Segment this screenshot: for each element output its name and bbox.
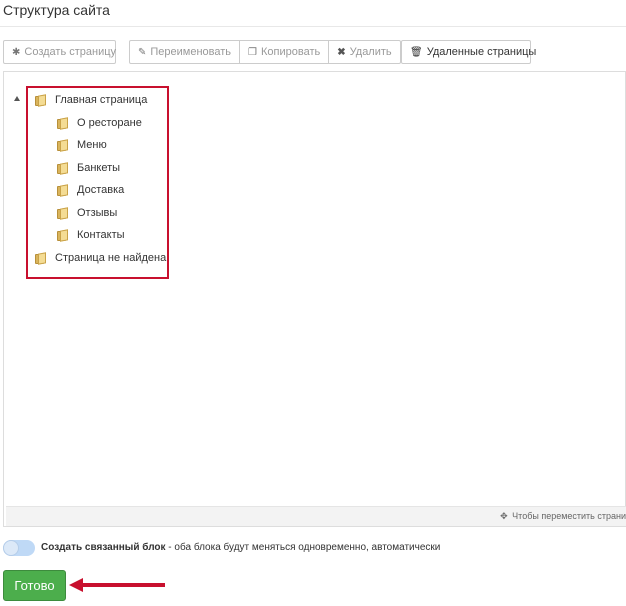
- linked-block-label-bold: Создать связанный блок: [41, 542, 166, 553]
- edit-button-group: ✎ Переименовать ❐ Копировать ✖ Удалить: [129, 40, 401, 64]
- toggle-knob: [3, 540, 19, 556]
- deleted-pages-label: Удаленные страницы: [426, 46, 537, 58]
- page-title: Структура сайта: [3, 2, 110, 18]
- highlight-annotation-box: [26, 86, 169, 279]
- done-button[interactable]: Готово: [3, 570, 66, 601]
- copy-button[interactable]: ❐ Копировать: [239, 40, 330, 64]
- create-page-button[interactable]: ✱ Создать страницу: [3, 40, 116, 64]
- linked-block-label-rest: - оба блока будут меняться одновременно,…: [165, 542, 441, 553]
- delete-label: Удалить: [349, 46, 392, 58]
- delete-button[interactable]: ✖ Удалить: [328, 40, 401, 64]
- move-icon: ✥: [500, 511, 508, 521]
- trash-icon: 🗑: [410, 46, 423, 58]
- panel-footer-hint: ✥ Чтобы переместить страни: [6, 506, 626, 526]
- rename-label: Переименовать: [150, 46, 232, 58]
- asterisk-icon: ✱: [12, 46, 21, 58]
- deleted-pages-button[interactable]: 🗑 Удаленные страницы: [401, 40, 536, 64]
- arrow-annotation-icon: [69, 578, 165, 592]
- create-page-label: Создать страницу: [24, 46, 117, 58]
- close-icon: ✖: [337, 46, 346, 58]
- copy-label: Копировать: [261, 46, 321, 58]
- linked-block-toggle[interactable]: [3, 540, 35, 556]
- linked-block-label: Создать связанный блок - оба блока будут…: [41, 542, 440, 553]
- title-divider: [0, 26, 626, 27]
- copy-icon: ❐: [248, 46, 258, 58]
- pencil-icon: ✎: [138, 46, 147, 58]
- panel-footer-text: Чтобы переместить страни: [512, 511, 626, 521]
- rename-button[interactable]: ✎ Переименовать: [129, 40, 241, 64]
- collapse-triangle-icon[interactable]: [14, 96, 20, 101]
